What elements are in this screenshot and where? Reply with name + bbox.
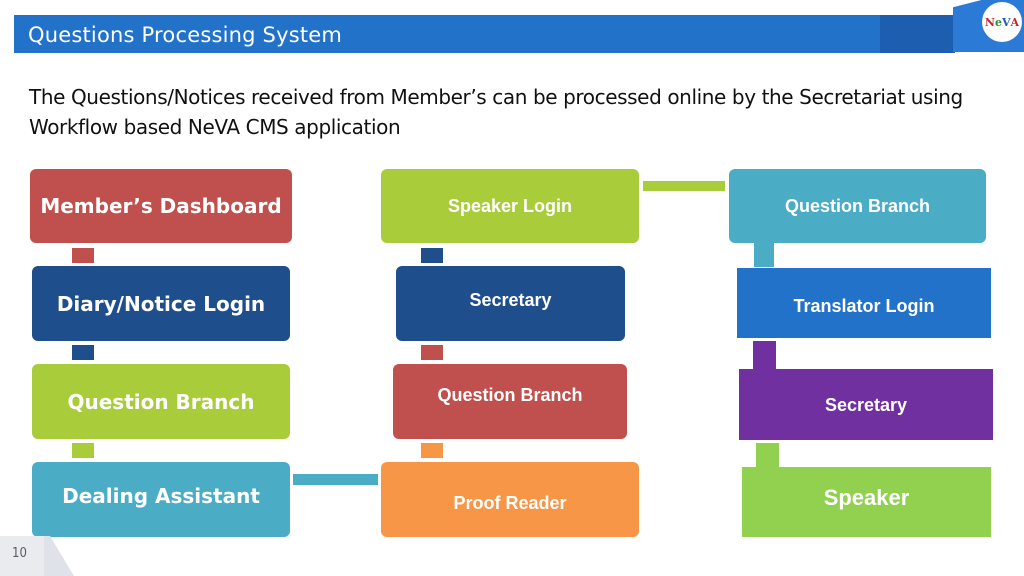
slide-description: The Questions/Notices received from Memb… — [29, 85, 963, 139]
header-accent — [880, 15, 955, 53]
page-number: 10 — [12, 546, 27, 561]
page-number-shade — [44, 536, 74, 576]
flow-step-diary-notice-login: Diary/Notice Login — [32, 266, 290, 341]
flow-step-question-branch-3: Question Branch — [729, 169, 986, 243]
flow-step-secretary-2: Secretary — [739, 369, 993, 440]
connector — [72, 443, 94, 458]
connector — [756, 443, 779, 469]
flow-step-translator-login: Translator Login — [737, 268, 991, 338]
flow-step-secretary-1: Secretary — [396, 266, 625, 341]
logo-letter-n: N — [984, 15, 995, 29]
flow-step-members-dashboard: Member’s Dashboard — [30, 169, 292, 243]
logo-letter-e: e — [994, 15, 1002, 29]
logo-letter-a: A — [1010, 15, 1020, 29]
slide-title: Questions Processing System — [28, 23, 343, 47]
flow-step-speaker-login: Speaker Login — [381, 169, 639, 243]
neva-logo-icon: NeVA — [982, 2, 1022, 42]
connector — [72, 345, 94, 360]
connector — [753, 341, 776, 371]
flow-step-dealing-assistant: Dealing Assistant — [32, 462, 290, 537]
connector — [421, 248, 443, 263]
connector — [421, 443, 443, 458]
connector — [754, 243, 774, 267]
flow-step-question-branch-2: Question Branch — [393, 364, 627, 439]
connector — [293, 474, 378, 485]
flow-step-question-branch-1: Question Branch — [32, 364, 290, 439]
logo-letter-v: V — [1001, 15, 1011, 29]
connector — [643, 181, 725, 191]
flow-step-proof-reader: Proof Reader — [381, 462, 639, 537]
connector — [421, 345, 443, 360]
connector — [72, 248, 94, 263]
flow-step-speaker: Speaker — [742, 467, 991, 537]
